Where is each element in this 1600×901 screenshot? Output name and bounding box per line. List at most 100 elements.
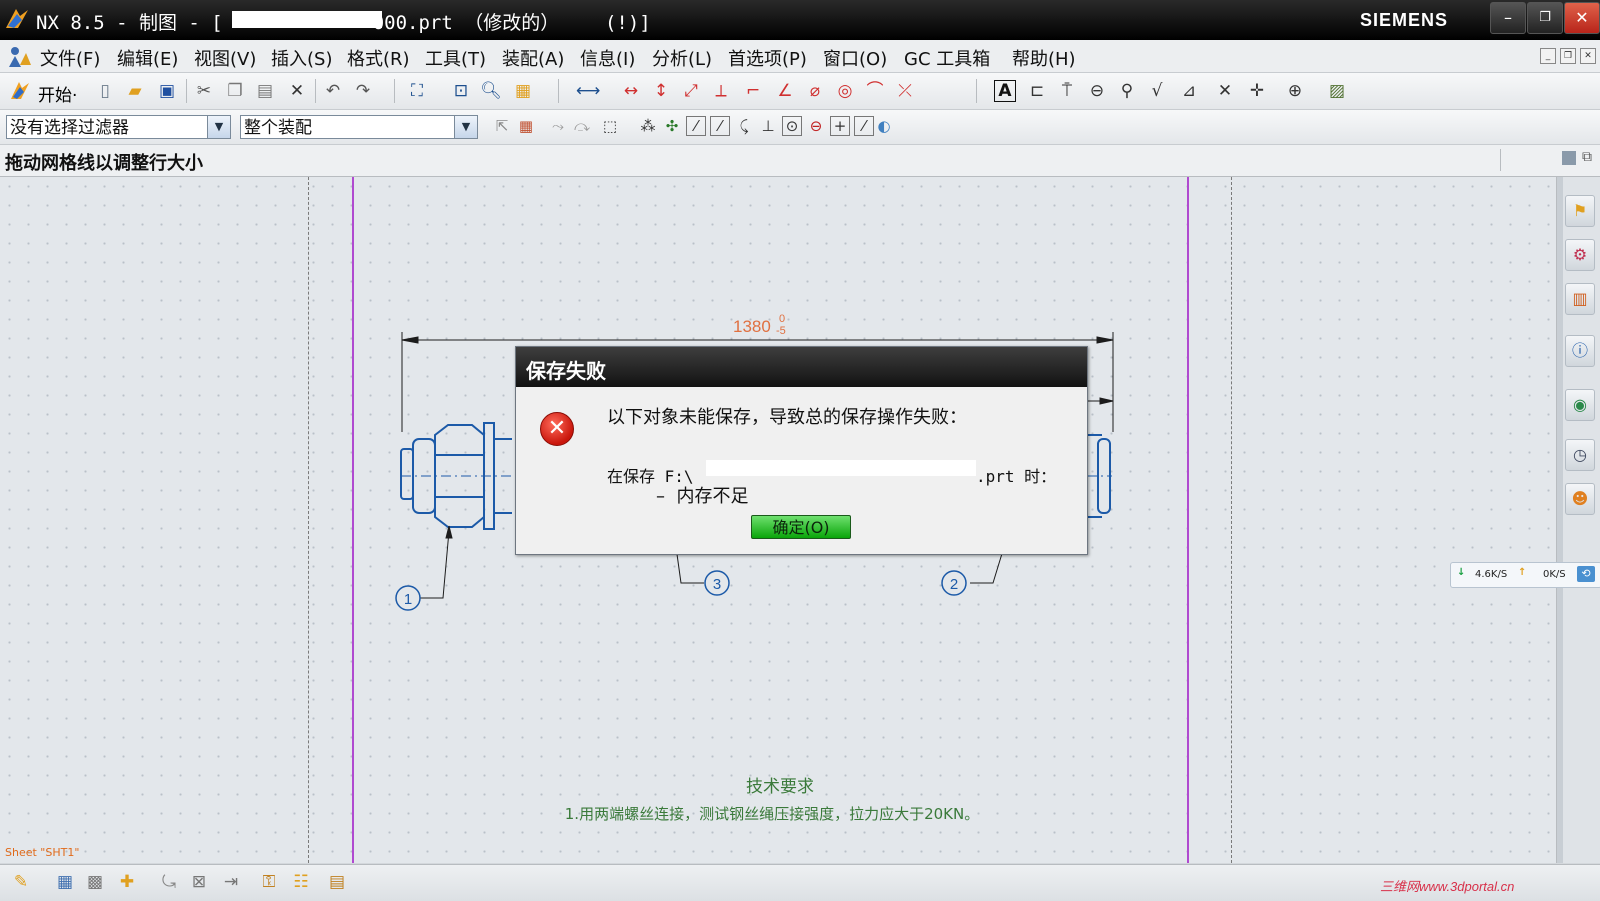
menu-gc-toolkit[interactable]: GC 工具箱	[904, 45, 990, 71]
intersection-symbol-icon[interactable]: ✕	[1214, 80, 1236, 102]
fit-icon[interactable]: ⛶	[406, 80, 428, 102]
selection-scope-dropdown[interactable]: 整个装配 ▼	[240, 115, 478, 139]
left-end-fitting[interactable]	[400, 422, 512, 530]
feature-control-frame-icon[interactable]: ⊏	[1026, 80, 1048, 102]
menu-window[interactable]: 窗口(O)	[823, 45, 887, 71]
break-view-icon[interactable]: ⇥	[220, 871, 242, 893]
sheet-icon[interactable]: ▩	[84, 871, 106, 893]
snap-point-icon[interactable]: +	[830, 116, 850, 136]
centerline-icon[interactable]: ⊕	[1284, 80, 1306, 102]
component-selection-icon[interactable]: ▦	[516, 116, 536, 136]
target-point-icon[interactable]: ✛	[1246, 80, 1268, 102]
snap-intersection-icon[interactable]: ⊥	[758, 116, 778, 136]
datum-feature-icon[interactable]: ⍑	[1056, 80, 1078, 102]
save-icon[interactable]: ▣	[156, 80, 178, 102]
menu-information[interactable]: 信息(I)	[580, 45, 635, 71]
detail-view-icon[interactable]: ⚿	[258, 871, 280, 893]
section-view-icon[interactable]: ⊠	[188, 871, 210, 893]
redo-icon[interactable]: ↷	[352, 80, 374, 102]
mdi-close-button[interactable]: ✕	[1580, 48, 1596, 64]
restore-button[interactable]: ❐	[1527, 2, 1563, 34]
snap-grid-icon[interactable]: ⁂	[638, 116, 658, 136]
image-icon[interactable]: ▨	[1326, 80, 1348, 102]
snap-midpoint-icon[interactable]: ⁄	[710, 116, 730, 136]
role-icon[interactable]	[6, 43, 32, 69]
menu-tools[interactable]: 工具(T)	[425, 45, 486, 71]
perpendicular-dimension-icon[interactable]: ⟂	[710, 80, 732, 102]
expand-icon[interactable]: ⧉	[1582, 149, 1592, 165]
update-views-icon[interactable]: ⤿	[158, 871, 180, 893]
mdi-restore-button[interactable]: ❐	[1560, 48, 1576, 64]
type-filter-dropdown[interactable]: 没有选择过滤器 ▼	[6, 115, 231, 139]
cut-icon[interactable]: ✂	[193, 80, 215, 102]
menu-help[interactable]: 帮助(H)	[1012, 45, 1076, 71]
menu-assembly[interactable]: 装配(A)	[502, 45, 564, 71]
menu-insert[interactable]: 插入(S)	[271, 45, 332, 71]
constraint-navigator-icon[interactable]: ⚙	[1565, 239, 1595, 271]
datum-target-icon[interactable]: ⊖	[1086, 80, 1108, 102]
chevron-down-icon[interactable]: ▼	[454, 116, 477, 138]
reuse-library-icon[interactable]: ◉	[1565, 389, 1595, 421]
snap-on-curve-icon[interactable]: ⁄	[854, 116, 874, 136]
select-feature-icon[interactable]: ⤳	[548, 116, 568, 136]
mdi-minimize-button[interactable]: _	[1540, 48, 1556, 64]
zoom-window-icon[interactable]: ⊡	[450, 80, 472, 102]
close-button[interactable]: ✕	[1564, 2, 1600, 34]
select-body-icon[interactable]: ⤼	[572, 116, 592, 136]
menu-format[interactable]: 格式(R)	[347, 45, 410, 71]
snap-existing-icon[interactable]: ✣	[662, 116, 682, 136]
vertical-dimension-icon[interactable]: ↕	[650, 80, 672, 102]
assembly-navigator-icon[interactable]: ⚑	[1565, 195, 1595, 227]
rapid-dimension-icon[interactable]: ⟷	[576, 80, 600, 102]
table-icon[interactable]: ▤	[326, 871, 348, 893]
open-icon[interactable]: ▰	[124, 80, 146, 102]
undo-icon[interactable]: ↶	[322, 80, 344, 102]
menu-file[interactable]: 文件(F)	[40, 45, 100, 71]
general-selection-icon[interactable]: ⇱	[492, 116, 512, 136]
roles-icon[interactable]: ☻	[1565, 483, 1595, 515]
cylindrical-dimension-icon[interactable]: ⌀	[804, 80, 826, 102]
start-button[interactable]: 开始·	[38, 81, 77, 106]
cue-line-text: 拖动网格线以调整行大小	[5, 153, 203, 174]
chevron-down-icon[interactable]: ▼	[207, 116, 230, 138]
weld-symbol-icon[interactable]: ⊿	[1178, 80, 1200, 102]
sheet-label: Sheet "SHT1"	[5, 846, 80, 859]
snap-control-icon[interactable]: ⤹	[734, 116, 754, 136]
display-sheet-icon[interactable]: ▦	[512, 80, 534, 102]
horizontal-dimension-icon[interactable]: ↔	[620, 80, 642, 102]
surface-finish-icon[interactable]: √	[1146, 80, 1168, 102]
history-icon[interactable]: ◷	[1565, 439, 1595, 471]
ok-button[interactable]: 确定(O)	[751, 515, 851, 539]
menu-view[interactable]: 视图(V)	[194, 45, 256, 71]
add-view-icon[interactable]: ✚	[116, 871, 138, 893]
snap-center-icon[interactable]: ⊙	[782, 116, 802, 136]
new-icon[interactable]: ▯	[94, 80, 116, 102]
minimize-button[interactable]: –	[1490, 2, 1526, 34]
refresh-icon[interactable]: ⟲	[1577, 566, 1595, 582]
radius-dimension-icon[interactable]: ⌒	[864, 80, 886, 102]
delete-icon[interactable]: ✕	[286, 80, 308, 102]
parallel-dimension-icon[interactable]: ⤢	[680, 80, 702, 102]
id-symbol-icon[interactable]: ⚲	[1116, 80, 1138, 102]
views-icon[interactable]: ▦	[54, 871, 76, 893]
menu-edit[interactable]: 编辑(E)	[117, 45, 178, 71]
menu-analysis[interactable]: 分析(L)	[652, 45, 712, 71]
right-end-fitting[interactable]	[1087, 434, 1112, 518]
information-icon[interactable]: ⓘ	[1565, 335, 1595, 367]
paste-icon[interactable]: ▤	[254, 80, 276, 102]
part-navigator-icon[interactable]: ▥	[1565, 283, 1595, 315]
copy-icon[interactable]: ❐	[224, 80, 246, 102]
hole-dimension-icon[interactable]: ◎	[834, 80, 856, 102]
angular-dimension-icon[interactable]: ∠	[774, 80, 796, 102]
zoom-icon[interactable]: 🔍︎	[480, 80, 502, 102]
note-icon[interactable]: A	[994, 80, 1016, 102]
drafting-tools-icon[interactable]: ✎	[10, 871, 32, 893]
snap-quadrant-icon[interactable]: ⊖	[806, 116, 826, 136]
parts-list-icon[interactable]: ☷	[290, 871, 312, 893]
menu-preferences[interactable]: 首选项(P)	[728, 45, 807, 71]
chamfer-dimension-icon[interactable]: ⌐	[742, 80, 764, 102]
snap-endpoint-icon[interactable]: ⁄	[686, 116, 706, 136]
arc-length-icon[interactable]: ⤫	[894, 80, 916, 102]
snap-on-surface-icon[interactable]: ◐	[874, 116, 894, 136]
rectangle-select-icon[interactable]: ⬚	[600, 116, 620, 136]
